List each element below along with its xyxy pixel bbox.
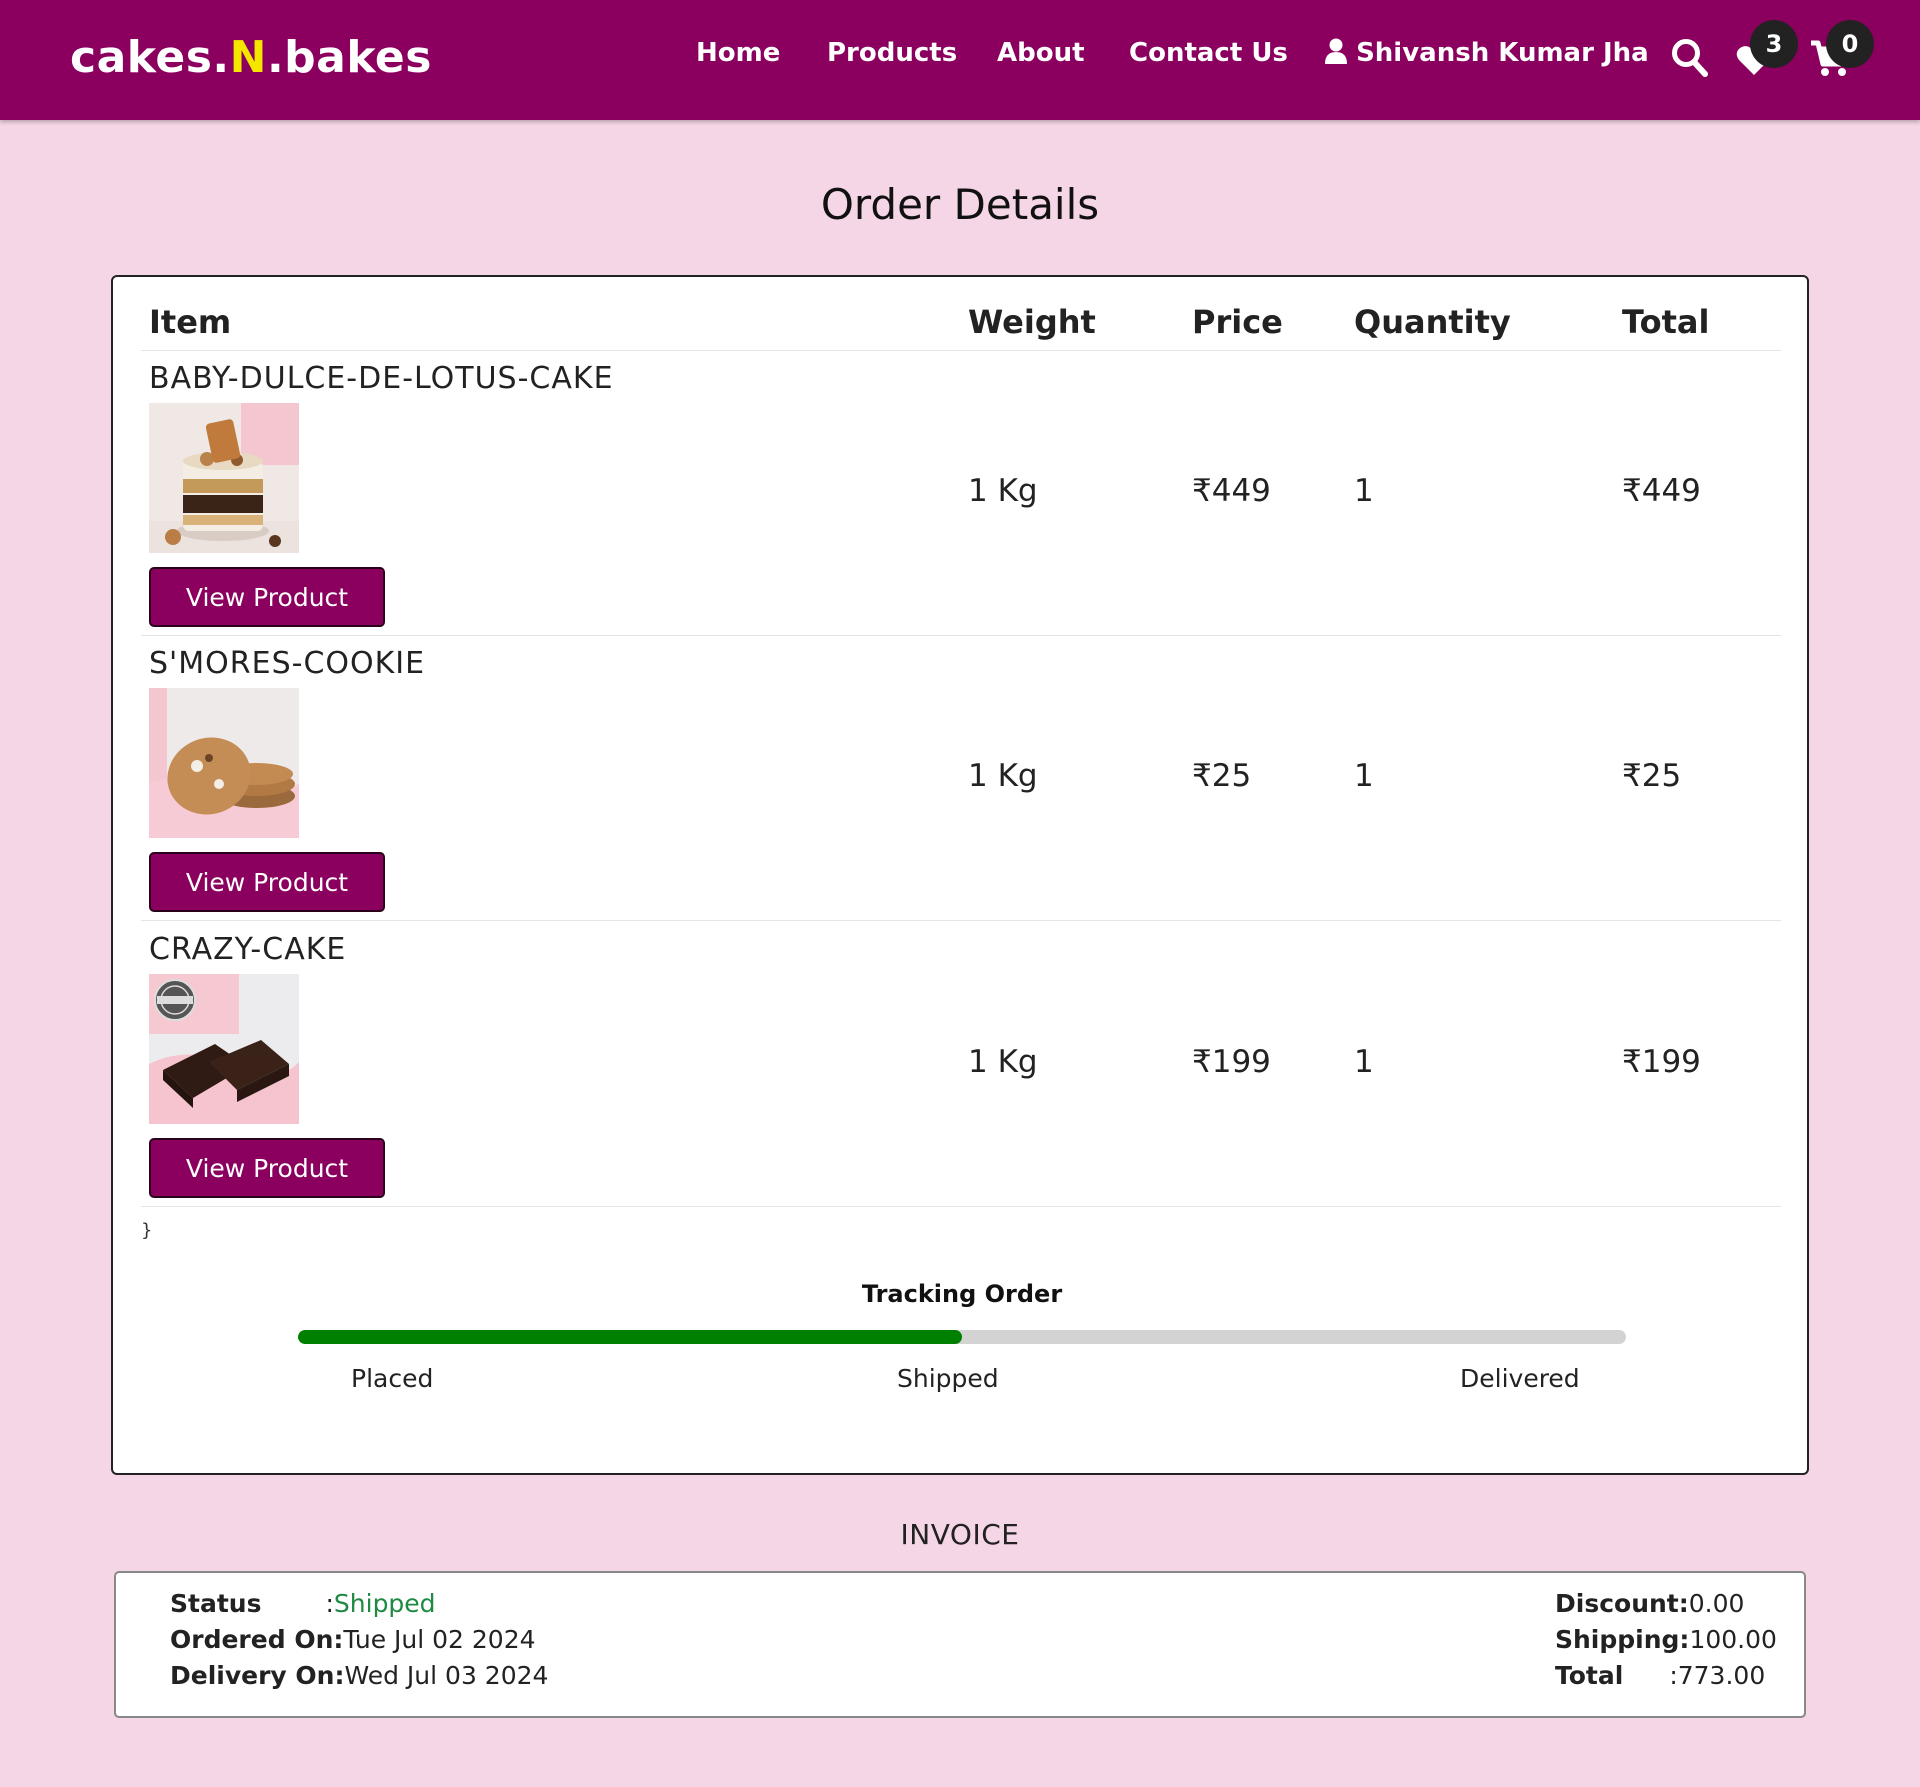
item-name: CRAZY-CAKE bbox=[149, 932, 347, 967]
col-header-total: Total bbox=[1622, 303, 1710, 341]
invoice-discount: Discount:0.00 bbox=[1555, 1589, 1744, 1618]
nav-about[interactable]: About bbox=[997, 38, 1085, 68]
order-details-card: Item Weight Price Quantity Total BABY-DU… bbox=[111, 275, 1809, 1475]
col-header-quantity: Quantity bbox=[1354, 303, 1511, 341]
col-header-weight: Weight bbox=[968, 303, 1096, 341]
row-divider bbox=[141, 1206, 1781, 1207]
invoice-total: Total:773.00 bbox=[1555, 1661, 1765, 1690]
item-weight: 1 Kg bbox=[968, 473, 1038, 509]
user-icon bbox=[1325, 38, 1347, 64]
row-divider bbox=[141, 920, 1781, 921]
item-quantity: 1 bbox=[1354, 1044, 1374, 1080]
view-product-button[interactable]: View Product bbox=[149, 852, 385, 912]
stray-brace-text: } bbox=[141, 1220, 153, 1241]
invoice-title: INVOICE bbox=[900, 1518, 1020, 1551]
cart-count-badge: 0 bbox=[1826, 20, 1874, 68]
item-name: BABY-DULCE-DE-LOTUS-CAKE bbox=[149, 361, 614, 396]
brand-text-accent: N bbox=[229, 32, 267, 83]
total-sep: : bbox=[1669, 1661, 1678, 1690]
item-total: ₹25 bbox=[1622, 758, 1682, 794]
tracking-progress-fill bbox=[298, 1330, 962, 1344]
tracking-step-placed: Placed bbox=[351, 1364, 434, 1393]
navbar: cakes.N.bakes Home Products About Contac… bbox=[0, 0, 1920, 120]
search-icon bbox=[1672, 39, 1708, 77]
view-product-button[interactable]: View Product bbox=[149, 567, 385, 627]
item-price: ₹199 bbox=[1192, 1044, 1271, 1080]
brand-text-part1: cakes. bbox=[70, 32, 230, 83]
product-thumbnail bbox=[149, 688, 299, 838]
brand-logo[interactable]: cakes.N.bakes bbox=[70, 32, 432, 83]
discount-label: Discount: bbox=[1555, 1589, 1689, 1618]
status-value: Shipped bbox=[333, 1589, 436, 1618]
item-name: S'MORES-COOKIE bbox=[149, 646, 426, 681]
status-label: Status bbox=[170, 1589, 262, 1618]
view-product-button[interactable]: View Product bbox=[149, 1138, 385, 1198]
item-weight: 1 Kg bbox=[968, 758, 1038, 794]
item-total: ₹199 bbox=[1622, 1044, 1701, 1080]
col-header-price: Price bbox=[1192, 303, 1283, 341]
delivery-label: Delivery On: bbox=[170, 1661, 345, 1690]
item-quantity: 1 bbox=[1354, 473, 1374, 509]
table-row: BABY-DULCE-DE-LOTUS-CAKE View Product 1 … bbox=[113, 351, 1811, 636]
tracking-title: Tracking Order bbox=[861, 1280, 1063, 1308]
discount-value: 0.00 bbox=[1688, 1589, 1745, 1618]
nav-home[interactable]: Home bbox=[696, 38, 780, 68]
shipping-value: 100.00 bbox=[1689, 1625, 1777, 1654]
user-name: Shivansh Kumar Jha bbox=[1356, 38, 1649, 68]
invoice-card: Status:Shipped Ordered On:Tue Jul 02 202… bbox=[114, 1571, 1806, 1718]
table-row: CRAZY-CAKE View Product 1 Kg ₹199 1 ₹199 bbox=[113, 922, 1811, 1207]
total-label: Total bbox=[1555, 1661, 1624, 1690]
brand-text-part2: .bakes bbox=[266, 32, 432, 83]
item-total: ₹449 bbox=[1622, 473, 1701, 509]
tracking-progress-bar bbox=[298, 1330, 1626, 1344]
nav-user-account[interactable]: Shivansh Kumar Jha bbox=[1325, 38, 1649, 68]
page-title: Order Details bbox=[820, 180, 1100, 229]
item-price: ₹449 bbox=[1192, 473, 1271, 509]
invoice-ordered-on: Ordered On:Tue Jul 02 2024 bbox=[170, 1625, 536, 1654]
delivery-value: Wed Jul 03 2024 bbox=[344, 1661, 549, 1690]
invoice-shipping: Shipping:100.00 bbox=[1555, 1625, 1777, 1654]
invoice-delivery-on: Delivery On:Wed Jul 03 2024 bbox=[170, 1661, 548, 1690]
total-value: 773.00 bbox=[1677, 1661, 1766, 1690]
ordered-label: Ordered On: bbox=[170, 1625, 344, 1654]
col-header-item: Item bbox=[149, 303, 232, 341]
ordered-value: Tue Jul 02 2024 bbox=[343, 1625, 536, 1654]
item-weight: 1 Kg bbox=[968, 1044, 1038, 1080]
nav-contact[interactable]: Contact Us bbox=[1129, 38, 1288, 68]
status-sep: : bbox=[325, 1589, 334, 1618]
invoice-status: Status:Shipped bbox=[170, 1589, 436, 1618]
search-button[interactable] bbox=[1671, 38, 1709, 82]
table-row: S'MORES-COOKIE View Product 1 Kg ₹25 1 ₹… bbox=[113, 636, 1811, 921]
item-price: ₹25 bbox=[1192, 758, 1252, 794]
shipping-label: Shipping: bbox=[1555, 1625, 1690, 1654]
product-thumbnail bbox=[149, 403, 299, 553]
tracking-step-delivered: Delivered bbox=[1460, 1364, 1580, 1393]
nav-products[interactable]: Products bbox=[827, 38, 957, 68]
product-thumbnail bbox=[149, 974, 299, 1124]
wishlist-count-badge: 3 bbox=[1750, 20, 1798, 68]
tracking-step-shipped: Shipped bbox=[897, 1364, 999, 1393]
item-quantity: 1 bbox=[1354, 758, 1374, 794]
